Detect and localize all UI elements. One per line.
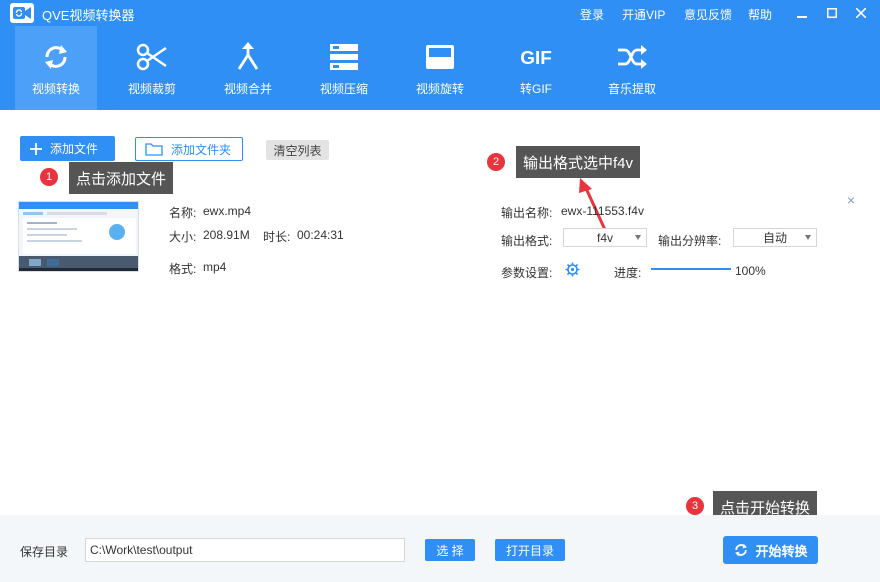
remove-file-icon[interactable]: × <box>845 193 857 207</box>
start-convert-button[interactable]: 开始转换 <box>723 536 818 564</box>
annotation-badge-1: 1 <box>40 168 58 186</box>
compress-icon <box>326 40 362 74</box>
tab-label: 视频转换 <box>31 82 80 96</box>
vip-link[interactable]: 开通VIP <box>622 6 665 23</box>
clear-list-button[interactable]: 清空列表 <box>266 140 329 160</box>
maximize-icon[interactable] <box>822 3 842 23</box>
progress-label: 进度: <box>614 266 642 280</box>
output-format-value: f4v <box>596 230 613 245</box>
refresh-icon <box>38 40 74 74</box>
help-link[interactable]: 帮助 <box>748 6 772 23</box>
merge-icon <box>230 40 266 74</box>
choose-dir-button[interactable]: 选 择 <box>425 539 475 561</box>
scissors-icon <box>134 40 170 74</box>
resolution-select[interactable]: 自动 <box>733 228 817 247</box>
progress-fill <box>651 268 731 270</box>
folder-icon <box>145 143 163 156</box>
chevron-down-icon <box>805 235 811 240</box>
login-link[interactable]: 登录 <box>580 6 604 23</box>
resolution-label: 输出分辨率: <box>658 234 722 248</box>
tab-label: 视频旋转 <box>415 82 464 96</box>
close-window-icon[interactable] <box>851 3 871 23</box>
title-bar: QVE视频转换器 登录 开通VIP 意见反馈 帮助 <box>0 0 880 26</box>
chevron-down-icon <box>635 235 641 240</box>
tab-video-merge[interactable]: 视频合并 <box>207 26 289 110</box>
file-format: mp4 <box>203 260 227 274</box>
tab-video-convert[interactable]: 视频转换 <box>15 26 97 110</box>
annotation-callout-1: 点击添加文件 <box>69 162 174 194</box>
app-title: QVE视频转换器 <box>42 8 135 23</box>
plus-icon <box>30 142 42 155</box>
output-format-select[interactable]: f4v <box>563 228 647 247</box>
annotation-badge-2: 2 <box>487 153 505 171</box>
open-dir-button[interactable]: 打开目录 <box>495 539 565 561</box>
feedback-link[interactable]: 意见反馈 <box>684 6 732 23</box>
output-name: ewx-111553.f4v <box>561 204 644 218</box>
file-size: 208.91M <box>203 228 250 242</box>
tab-video-compress[interactable]: 视频压缩 <box>303 26 385 110</box>
tab-label: 视频压缩 <box>319 82 368 96</box>
rotate-icon <box>422 40 458 74</box>
app-logo-icon <box>10 3 34 23</box>
file-format-label: 格式: <box>169 262 197 276</box>
duration-label: 时长: <box>263 230 291 244</box>
annotation-badge-3: 3 <box>686 497 704 515</box>
shuffle-icon <box>614 40 650 74</box>
tab-to-gif[interactable]: GIF 转GIF <box>495 26 577 110</box>
tab-label: 转GIF <box>520 82 552 96</box>
tab-video-rotate[interactable]: 视频旋转 <box>399 26 481 110</box>
main-toolbar: 视频转换 视频裁剪 视频合并 视频压缩 视频旋转 GIF 转GIF 音乐提取 <box>0 26 880 110</box>
output-name-label: 输出名称: <box>501 206 553 220</box>
tab-label: 音乐提取 <box>607 82 656 96</box>
minimize-icon[interactable] <box>792 3 812 23</box>
tab-label: 视频裁剪 <box>127 82 176 96</box>
svg-text:GIF: GIF <box>520 48 551 69</box>
file-size-label: 大小: <box>169 230 197 244</box>
save-dir-label: 保存目录 <box>20 545 69 559</box>
output-path-input[interactable] <box>85 538 405 562</box>
add-folder-button[interactable]: 添加文件夹 <box>135 137 243 161</box>
tab-music-extract[interactable]: 音乐提取 <box>591 26 673 110</box>
refresh-icon <box>735 543 748 557</box>
start-convert-label: 开始转换 <box>755 543 808 559</box>
annotation-callout-2: 输出格式选中f4v <box>516 146 641 178</box>
file-duration: 00:24:31 <box>297 228 344 242</box>
add-file-label: 添加文件 <box>50 142 99 156</box>
gif-icon: GIF <box>518 40 554 74</box>
params-label: 参数设置: <box>501 266 553 280</box>
gear-icon[interactable] <box>565 262 580 277</box>
tab-label: 视频合并 <box>223 82 272 96</box>
add-folder-label: 添加文件夹 <box>171 142 232 157</box>
tab-video-crop[interactable]: 视频裁剪 <box>111 26 193 110</box>
file-name: ewx.mp4 <box>203 204 252 218</box>
progress-text: 100% <box>735 264 766 278</box>
file-name-label: 名称: <box>169 206 197 220</box>
progress-bar <box>651 268 731 270</box>
add-file-button[interactable]: 添加文件 <box>20 136 115 161</box>
resolution-value: 自动 <box>762 231 787 245</box>
video-thumbnail <box>18 201 139 272</box>
output-format-label: 输出格式: <box>501 234 553 248</box>
